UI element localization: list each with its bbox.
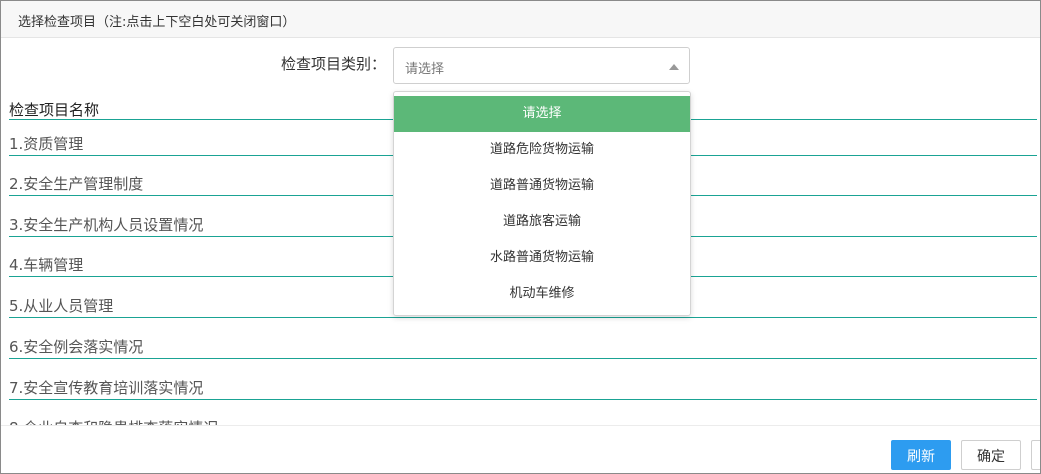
category-label: 检查项目类别： [281,55,387,73]
dialog-window: 选择检查项目（注:点击上下空白处可关闭窗口） 检查项目类别： 请选择 检查项目名… [0,0,1041,474]
dialog-titlebar: 选择检查项目（注:点击上下空白处可关闭窗口） [1,1,1040,38]
category-select[interactable]: 请选择 [393,47,690,84]
category-dropdown: 请选择 道路危险货物运输 道路普通货物运输 道路旅客运输 水路普通货物运输 机动… [393,91,691,316]
dropdown-option[interactable]: 水路普通货物运输 [394,240,690,276]
dropdown-option[interactable]: 机动车维修 [394,276,690,312]
confirm-button[interactable]: 确定 [961,440,1021,470]
category-select-value: 请选择 [405,62,445,77]
list-item[interactable]: 6.安全例会落实情况 [9,336,1037,359]
list-item[interactable]: 8.企业自查和隐患排查落实情况 [9,417,1037,425]
dialog-title: 选择检查项目（注:点击上下空白处可关闭窗口） [18,15,296,30]
list-item[interactable]: 7.安全宣传教育培训落实情况 [9,377,1037,400]
caret-up-icon [669,64,679,70]
cancel-button[interactable] [1031,440,1040,470]
dropdown-option[interactable]: 道路旅客运输 [394,204,690,240]
dropdown-option[interactable]: 请选择 [394,96,690,132]
footer-divider [1,425,1040,426]
dropdown-option[interactable]: 道路危险货物运输 [394,132,690,168]
refresh-button[interactable]: 刷新 [891,440,951,470]
dropdown-option[interactable]: 道路普通货物运输 [394,168,690,204]
